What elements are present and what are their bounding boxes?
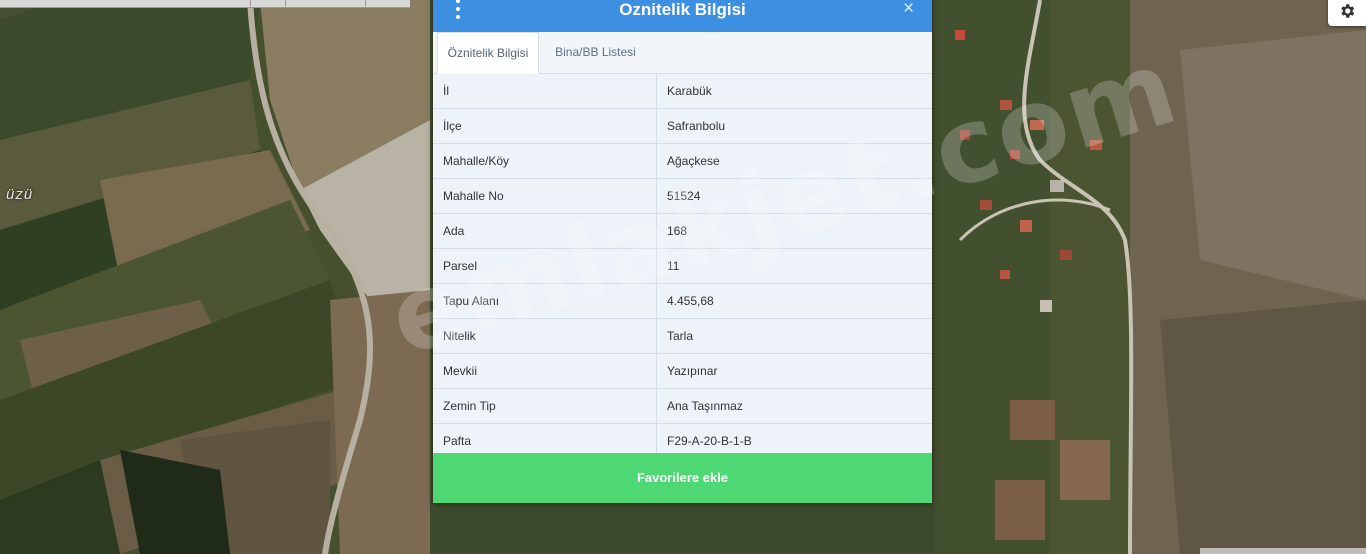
row-key: Mevkii (443, 364, 478, 378)
table-row: Mevkii Yazıpınar (433, 354, 932, 389)
settings-button[interactable] (1328, 0, 1366, 26)
row-key: İlçe (443, 119, 462, 133)
table-row: Ada 168 (433, 214, 932, 249)
row-key: Mahalle No (443, 189, 504, 203)
attribute-dialog: Oznitelik Bilgisi × Öznitelik Bilgisi Bi… (433, 0, 932, 503)
table-row: Mahalle No 51524 (433, 179, 932, 214)
map-scale-bar (1200, 548, 1366, 554)
table-row: Nitelik Tarla (433, 319, 932, 354)
row-value: Ağaçkese (667, 154, 720, 168)
table-row: İlçe Safranbolu (433, 109, 932, 144)
tab-oznitelik-bilgisi[interactable]: Öznitelik Bilgisi (437, 32, 539, 74)
row-key: Ada (443, 224, 465, 238)
toolbar-separator (365, 0, 366, 7)
row-value: Safranbolu (667, 119, 726, 133)
tab-bina-bb-listesi[interactable]: Bina/BB Listesi (538, 32, 653, 73)
table-row: Tapu Alanı 4.455,68 (433, 284, 932, 319)
row-key: Parsel (443, 259, 478, 273)
table-row: Zemin Tip Ana Taşınmaz (433, 389, 932, 424)
add-to-favorites-button[interactable]: Favorilere ekle (433, 453, 932, 503)
map-place-label: üzü (6, 186, 34, 203)
row-key: Zemin Tip (443, 399, 496, 413)
dialog-title: Oznitelik Bilgisi (619, 0, 746, 19)
row-key: İl (443, 84, 449, 98)
row-key: Nitelik (443, 329, 476, 343)
row-value: Yazıpınar (667, 364, 718, 378)
row-key: Mahalle/Köy (443, 154, 510, 168)
dialog-tabs: Öznitelik Bilgisi Bina/BB Listesi (433, 32, 932, 74)
row-value: 51524 (667, 189, 701, 203)
table-row: Mahalle/Köy Ağaçkese (433, 144, 932, 179)
gear-icon (1341, 4, 1355, 18)
toolbar-separator (285, 0, 286, 7)
map-toolbar-strip (0, 0, 410, 8)
close-icon[interactable]: × (903, 0, 914, 19)
table-row: Parsel 11 (433, 249, 932, 284)
toolbar-separator (250, 0, 251, 7)
row-value: Tarla (667, 329, 694, 343)
row-key: Tapu Alanı (443, 294, 500, 308)
row-value: 4.455,68 (667, 294, 714, 308)
row-value: 168 (667, 224, 688, 238)
table-row: İl Karabük (433, 74, 932, 109)
row-value: 11 (667, 259, 680, 273)
attribute-table: İl Karabük İlçe Safranbolu Mahalle/Köy Ağaç… (433, 74, 932, 459)
row-value: Ana Taşınmaz (667, 399, 743, 413)
dialog-header: Oznitelik Bilgisi × (433, 0, 932, 33)
row-value: Karabük (667, 84, 712, 98)
